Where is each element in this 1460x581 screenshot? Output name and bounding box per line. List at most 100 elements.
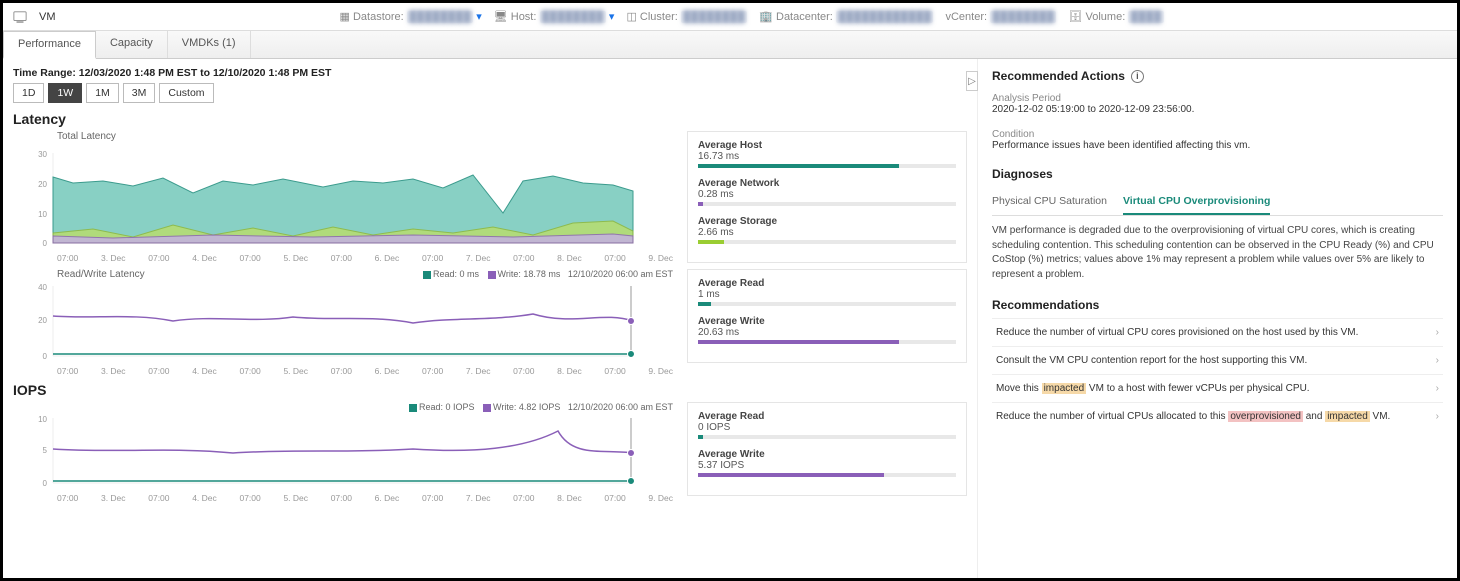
x-tick: 07:00	[604, 253, 625, 263]
x-tick: 8. Dec	[557, 366, 582, 376]
stat-label: Average Write	[698, 316, 956, 327]
x-tick: 8. Dec	[557, 493, 582, 503]
x-tick: 07:00	[148, 366, 169, 376]
svg-text:10: 10	[38, 415, 47, 424]
crumb-volume[interactable]: 🗄 Volume: ████	[1068, 10, 1163, 23]
x-tick: 07:00	[513, 253, 534, 263]
chart-rw-latency-legend: Read: 0 ms Write: 18.78 ms 12/10/2020 06…	[417, 269, 673, 280]
breadcrumb-bar: VM ▦ Datastore: ████████ ▾ 🖥 Host: █████…	[3, 3, 1457, 31]
info-icon[interactable]: i	[1131, 70, 1144, 83]
stat-bar	[698, 435, 956, 439]
diag-tab-virtual-cpu-overprovisioning[interactable]: Virtual CPU Overprovisioning	[1123, 189, 1270, 215]
svg-text:5: 5	[43, 446, 48, 455]
stat-value: 5.37 IOPS	[698, 460, 956, 471]
x-tick: 6. Dec	[375, 366, 400, 376]
range-3m[interactable]: 3M	[123, 83, 156, 103]
range-1w[interactable]: 1W	[48, 83, 82, 103]
crumb-datacenter[interactable]: 🏢 Datacenter: ████████████	[759, 10, 933, 23]
stat-label: Average Host	[698, 140, 956, 151]
x-tick: 6. Dec	[375, 253, 400, 263]
x-tick: 07:00	[422, 493, 443, 503]
stat-block: Average Write 5.37 IOPS	[698, 449, 956, 477]
stat-bar	[698, 202, 956, 206]
x-tick: 7. Dec	[466, 366, 491, 376]
crumb-host[interactable]: 🖥 Host: ████████ ▾	[494, 10, 615, 23]
recommendation-text: Consult the VM CPU contention report for…	[996, 355, 1307, 366]
tab-performance[interactable]: Performance	[3, 31, 96, 59]
chevron-right-icon: ›	[1436, 411, 1439, 422]
performance-panel: Time Range: 12/03/2020 1:48 PM EST to 12…	[3, 59, 977, 578]
chevron-right-icon: ›	[1436, 355, 1439, 366]
diag-tab-physical-cpu-saturation[interactable]: Physical CPU Saturation	[992, 189, 1107, 215]
x-tick: 07:00	[239, 366, 260, 376]
x-tick: 07:00	[331, 366, 352, 376]
stat-block: Average Network 0.28 ms	[698, 178, 956, 206]
recommendation-item[interactable]: Move this impacted VM to a host with few…	[992, 374, 1443, 402]
chart-total-latency[interactable]: 30 20 10 0	[13, 143, 643, 253]
stat-value: 0.28 ms	[698, 189, 956, 200]
svg-text:0: 0	[43, 479, 48, 488]
x-tick: 3. Dec	[101, 493, 126, 503]
stats-rw-latency: Average Read 1 ms Average Write 20.63 ms	[687, 269, 967, 363]
recommendation-item[interactable]: Consult the VM CPU contention report for…	[992, 346, 1443, 374]
stat-label: Average Write	[698, 449, 956, 460]
x-tick: 9. Dec	[648, 253, 673, 263]
stat-value: 16.73 ms	[698, 151, 956, 162]
recommendation-item[interactable]: Reduce the number of virtual CPUs alloca…	[992, 402, 1443, 430]
chart-total-latency-title: Total Latency	[57, 131, 673, 142]
stat-label: Average Read	[698, 411, 956, 422]
collapse-handle[interactable]: ▷	[966, 71, 978, 91]
x-tick: 9. Dec	[648, 493, 673, 503]
stat-block: Average Write 20.63 ms	[698, 316, 956, 344]
recommendation-item[interactable]: Reduce the number of virtual CPU cores p…	[992, 318, 1443, 346]
x-tick: 07:00	[422, 253, 443, 263]
diagnoses-title: Diagnoses	[992, 167, 1443, 181]
range-1d[interactable]: 1D	[13, 83, 44, 103]
stat-block: Average Storage 2.66 ms	[698, 216, 956, 244]
condition-label: Condition	[992, 129, 1443, 140]
crumb-vcenter[interactable]: vCenter: ████████	[945, 11, 1056, 23]
analysis-period-label: Analysis Period	[992, 93, 1443, 104]
chevron-down-icon[interactable]: ▾	[609, 11, 615, 23]
x-tick: 07:00	[57, 253, 78, 263]
tab-capacity[interactable]: Capacity	[96, 31, 168, 58]
section-latency-title: Latency	[13, 111, 967, 127]
recommended-actions-panel: ▷ Recommended Actions i Analysis Period …	[977, 59, 1457, 578]
x-tick: 07:00	[604, 493, 625, 503]
stat-bar	[698, 240, 956, 244]
x-tick: 3. Dec	[101, 253, 126, 263]
x-tick: 5. Dec	[283, 493, 308, 503]
svg-text:10: 10	[38, 210, 47, 219]
x-tick: 07:00	[604, 366, 625, 376]
tab-vmdks-1-[interactable]: VMDKs (1)	[168, 31, 251, 58]
recommended-actions-title: Recommended Actions i	[992, 69, 1443, 83]
svg-text:0: 0	[43, 352, 48, 361]
x-tick: 4. Dec	[192, 493, 217, 503]
chart-rw-latency[interactable]: 40 20 0	[13, 281, 643, 366]
x-tick: 07:00	[331, 493, 352, 503]
stat-value: 20.63 ms	[698, 327, 956, 338]
tab-bar: PerformanceCapacityVMDKs (1)	[3, 31, 1457, 59]
stat-bar	[698, 302, 956, 306]
svg-text:40: 40	[38, 283, 47, 292]
x-tick: 6. Dec	[375, 493, 400, 503]
diagnoses-text: VM performance is degraded due to the ov…	[992, 224, 1443, 282]
x-tick: 07:00	[239, 493, 260, 503]
chevron-right-icon: ›	[1436, 383, 1439, 394]
chart-iops[interactable]: 10 5 0	[13, 413, 643, 493]
time-range-buttons: 1D1W1M3MCustom	[13, 83, 967, 103]
chevron-down-icon[interactable]: ▾	[476, 11, 482, 23]
x-tick: 07:00	[148, 493, 169, 503]
x-tick: 07:00	[57, 366, 78, 376]
crumb-cluster[interactable]: ◫ Cluster: ████████	[626, 10, 747, 23]
stat-bar	[698, 340, 956, 344]
crumb-datastore[interactable]: ▦ Datastore: ████████ ▾	[340, 10, 482, 23]
range-1m[interactable]: 1M	[86, 83, 119, 103]
svg-text:30: 30	[38, 150, 47, 159]
recommendations-title: Recommendations	[992, 298, 1443, 312]
range-custom[interactable]: Custom	[159, 83, 213, 103]
x-tick: 7. Dec	[466, 493, 491, 503]
recommendation-text: Reduce the number of virtual CPUs alloca…	[996, 411, 1390, 422]
x-tick: 7. Dec	[466, 253, 491, 263]
stat-label: Average Read	[698, 278, 956, 289]
